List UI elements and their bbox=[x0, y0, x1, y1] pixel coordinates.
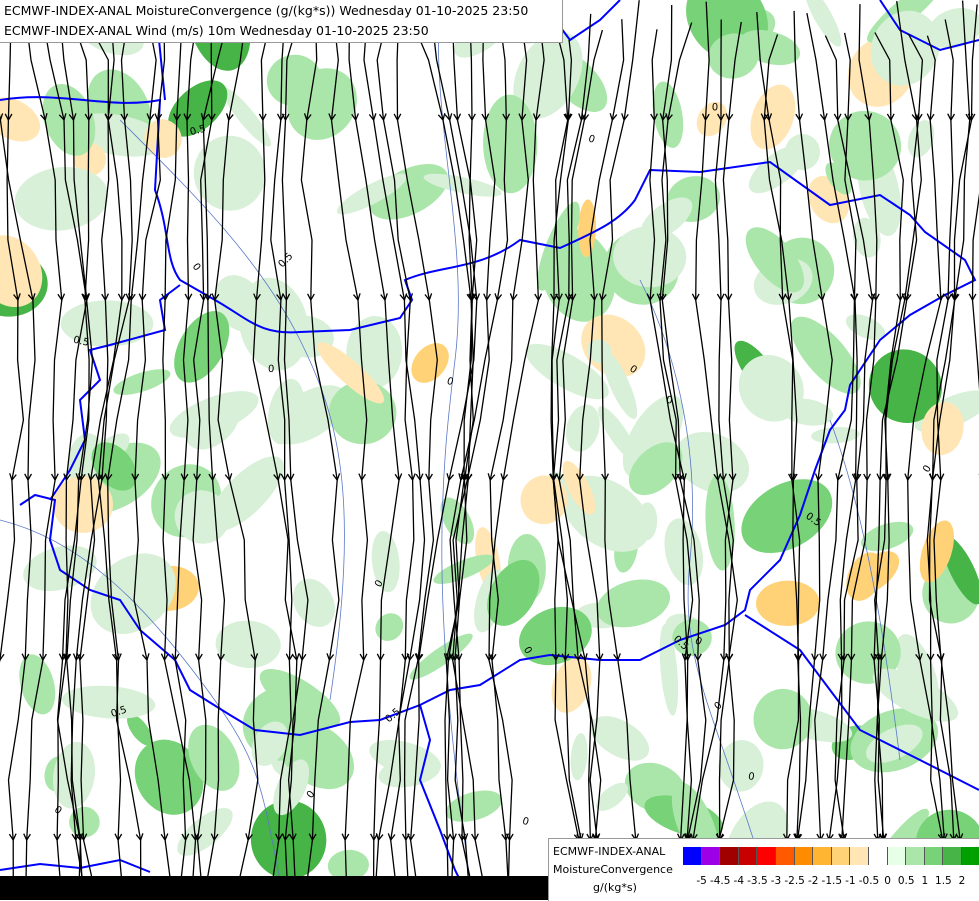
title-box: ECMWF-INDEX-ANAL MoistureConvergence (g/… bbox=[0, 0, 563, 43]
legend-tick-label: -2 bbox=[808, 875, 818, 887]
legend-swatch bbox=[962, 847, 979, 865]
legend-swatch bbox=[795, 847, 814, 865]
legend-tick-label: 2 bbox=[959, 875, 966, 887]
legend-tick-label: 0.5 bbox=[898, 875, 915, 887]
legend-swatches bbox=[683, 847, 979, 865]
legend-swatch bbox=[813, 847, 832, 865]
legend-tick-label: 0 bbox=[884, 875, 891, 887]
color-legend: ECMWF-INDEX-ANAL MoistureConvergence g/(… bbox=[548, 838, 979, 901]
legend-tick-label: -3.5 bbox=[747, 875, 768, 887]
legend-swatch bbox=[869, 847, 888, 865]
legend-tick-label: -0.5 bbox=[859, 875, 880, 887]
legend-tick-label: -4.5 bbox=[710, 875, 731, 887]
legend-swatch bbox=[943, 847, 962, 865]
contour-label: 0 bbox=[268, 364, 275, 375]
legend-units: g/(kg*s) bbox=[593, 881, 637, 894]
legend-swatch bbox=[776, 847, 795, 865]
legend-swatch bbox=[850, 847, 869, 865]
legend-swatch bbox=[702, 847, 721, 865]
legend-swatch bbox=[925, 847, 944, 865]
legend-swatch bbox=[906, 847, 925, 865]
legend-tick-labels: -5 -4.5-4-3.5-3-2.5-2 -1.5-1 -0.5 0 0.5 1 1.5 2 bbox=[683, 875, 979, 889]
legend-tick-label: -5 bbox=[696, 875, 706, 887]
legend-tick-label: -2.5 bbox=[784, 875, 805, 887]
divergence-area bbox=[53, 476, 113, 533]
legend-swatch bbox=[683, 847, 702, 865]
legend-tick-label: 1 bbox=[921, 875, 928, 887]
legend-tick-label: -1.5 bbox=[822, 875, 843, 887]
legend-swatch bbox=[739, 847, 758, 865]
legend-tick-label: -3 bbox=[771, 875, 781, 887]
legend-swatch bbox=[757, 847, 776, 865]
bottom-strip bbox=[0, 876, 548, 900]
legend-swatch bbox=[720, 847, 739, 865]
title-wind: ECMWF-INDEX-ANAL Wind (m/s) 10m Wednesda… bbox=[4, 23, 429, 38]
contour-label: 0 bbox=[712, 102, 719, 113]
weather-map: 0.500.5000.5000.500.50000.5000000.500 bbox=[0, 0, 979, 900]
legend-model-name: ECMWF-INDEX-ANAL bbox=[553, 845, 665, 858]
legend-tick-label: -4 bbox=[734, 875, 744, 887]
legend-swatch bbox=[888, 847, 907, 865]
legend-variable-name: MoistureConvergence bbox=[553, 863, 673, 876]
legend-tick-label: 1.5 bbox=[935, 875, 952, 887]
legend-swatch bbox=[832, 847, 851, 865]
legend-tick-label: -1 bbox=[845, 875, 855, 887]
title-moisture-convergence: ECMWF-INDEX-ANAL MoistureConvergence (g/… bbox=[4, 3, 528, 18]
